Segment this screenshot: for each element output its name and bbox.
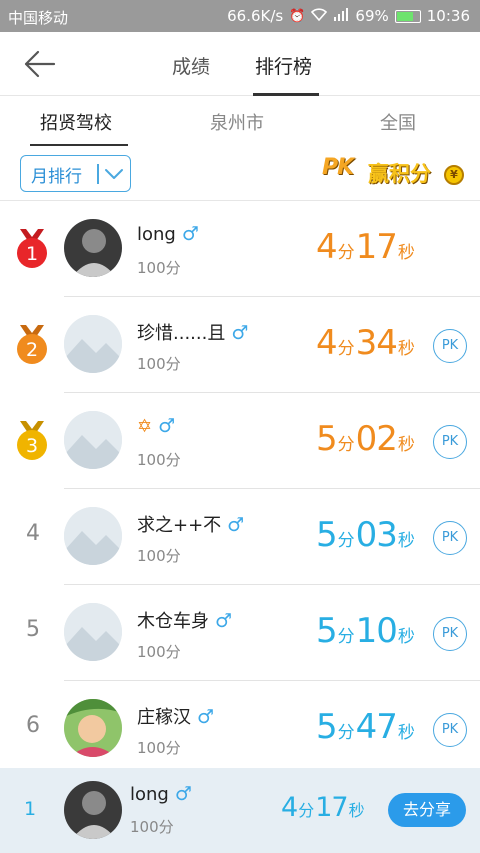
avatar[interactable]	[64, 699, 122, 757]
rank-number: 5	[26, 617, 40, 642]
pk-button[interactable]: PK	[433, 617, 467, 651]
tab-driving-school[interactable]: 招贤驾校	[40, 109, 112, 135]
rank-number: 6	[26, 713, 40, 738]
medal-rank-text: 1	[26, 243, 38, 265]
user-name: 庄稼汉 ♂	[137, 706, 215, 728]
pk-button[interactable]: PK	[433, 425, 467, 459]
status-bar: 中国移动 66.6K/s ⏰ 69% 10:36	[0, 0, 480, 32]
leaderboard-row[interactable]: 4 求之++不 ♂ 100分 5分03秒 PK	[0, 489, 480, 585]
avatar[interactable]	[64, 411, 122, 469]
my-name: long ♂	[130, 783, 192, 805]
male-icon: ♂	[227, 514, 245, 536]
user-name: 求之++不 ♂	[137, 514, 245, 536]
scope-tabs: 招贤驾校 泉州市 全国	[0, 96, 480, 146]
user-points: 100分	[137, 643, 181, 661]
tab-scores[interactable]: 成绩	[172, 52, 210, 79]
time-value: 5分03秒	[316, 515, 415, 555]
orange-medal-icon: 2	[14, 323, 50, 367]
medal-rank-text: 2	[26, 339, 38, 361]
rank-number: 4	[26, 521, 40, 546]
time-value: 5分02秒	[316, 419, 415, 459]
avatar[interactable]	[64, 315, 122, 373]
dropdown-separator	[97, 164, 99, 184]
user-points: 100分	[137, 259, 181, 277]
period-dropdown[interactable]: 月排行	[20, 155, 131, 192]
pk-button[interactable]: PK	[433, 713, 467, 747]
medal-rank-text: 3	[26, 435, 38, 457]
male-icon: ♂	[197, 706, 215, 728]
avatar[interactable]	[64, 603, 122, 661]
user-points: 100分	[137, 547, 181, 565]
male-icon: ♂	[174, 783, 192, 805]
leaderboard-row[interactable]: 1 long ♂ 100分 4分17秒	[0, 201, 480, 297]
leaderboard-row[interactable]: 6 庄稼汉 ♂ 100分 5分47秒 PK	[0, 681, 480, 777]
my-points: 100分	[130, 818, 174, 836]
user-name: 木仓车身 ♂	[137, 610, 233, 632]
male-icon: ♂	[231, 322, 249, 344]
my-rank-number: 1	[24, 798, 37, 820]
my-rank-bar: 1 long ♂ 100分 4分17秒 去分享	[0, 768, 480, 853]
time-value: 5分47秒	[316, 707, 415, 747]
tab-leaderboard[interactable]: 排行榜	[255, 52, 312, 79]
user-name: long ♂	[137, 223, 199, 245]
user-points: 100分	[137, 739, 181, 757]
clock: 10:36	[426, 7, 470, 25]
male-icon: ♂	[215, 610, 233, 632]
leaderboard-row[interactable]: 2 珍惜......且 ♂ 100分 4分34秒 PK	[0, 297, 480, 393]
user-points: 100分	[137, 451, 181, 469]
back-arrow-icon[interactable]	[22, 48, 58, 80]
pk-banner-pk: PK	[322, 155, 354, 180]
share-button[interactable]: 去分享	[388, 793, 466, 827]
male-icon: ♂	[158, 415, 176, 437]
pk-earn-points-banner[interactable]: PK 赢积分 ¥	[322, 155, 466, 193]
user-points: 100分	[137, 355, 181, 373]
time-value: 4分34秒	[316, 323, 415, 363]
red-medal-icon: 1	[14, 227, 50, 271]
tab-national[interactable]: 全国	[380, 109, 416, 135]
network-speed: 66.6K/s	[227, 7, 284, 25]
pk-button[interactable]: PK	[433, 329, 467, 363]
alarm-icon: ⏰	[289, 8, 306, 24]
leaderboard-row[interactable]: 5 木仓车身 ♂ 100分 5分10秒 PK	[0, 585, 480, 681]
user-name: 珍惜......且 ♂	[137, 322, 249, 344]
my-time-value: 4分17秒	[281, 792, 365, 823]
status-right: 66.6K/s ⏰ 69% 10:36	[227, 7, 470, 25]
carrier-label: 中国移动	[8, 9, 69, 27]
pk-button[interactable]: PK	[433, 521, 467, 555]
male-icon: ♂	[181, 223, 199, 245]
wifi-icon	[311, 7, 328, 25]
tab-city[interactable]: 泉州市	[210, 109, 264, 135]
title-bar: 成绩 排行榜	[0, 32, 480, 96]
battery-icon	[394, 9, 421, 23]
avatar[interactable]	[64, 219, 122, 277]
chevron-down-icon	[103, 164, 125, 184]
signal-icon	[333, 7, 349, 25]
time-value: 5分10秒	[316, 611, 415, 651]
gold-medal-icon: 3	[14, 419, 50, 463]
coin-icon: ¥	[444, 165, 464, 185]
pk-banner-text: 赢积分	[368, 162, 431, 186]
user-name: ✡ ♂	[137, 415, 176, 437]
time-value: 4分17秒	[316, 227, 415, 267]
scope-tab-underline	[30, 144, 128, 146]
period-dropdown-label: 月排行	[31, 167, 82, 187]
leaderboard-row[interactable]: 3 ✡ ♂ 100分 5分02秒 PK	[0, 393, 480, 489]
my-avatar[interactable]	[64, 781, 122, 839]
avatar[interactable]	[64, 507, 122, 565]
battery-percent: 69%	[355, 7, 389, 25]
